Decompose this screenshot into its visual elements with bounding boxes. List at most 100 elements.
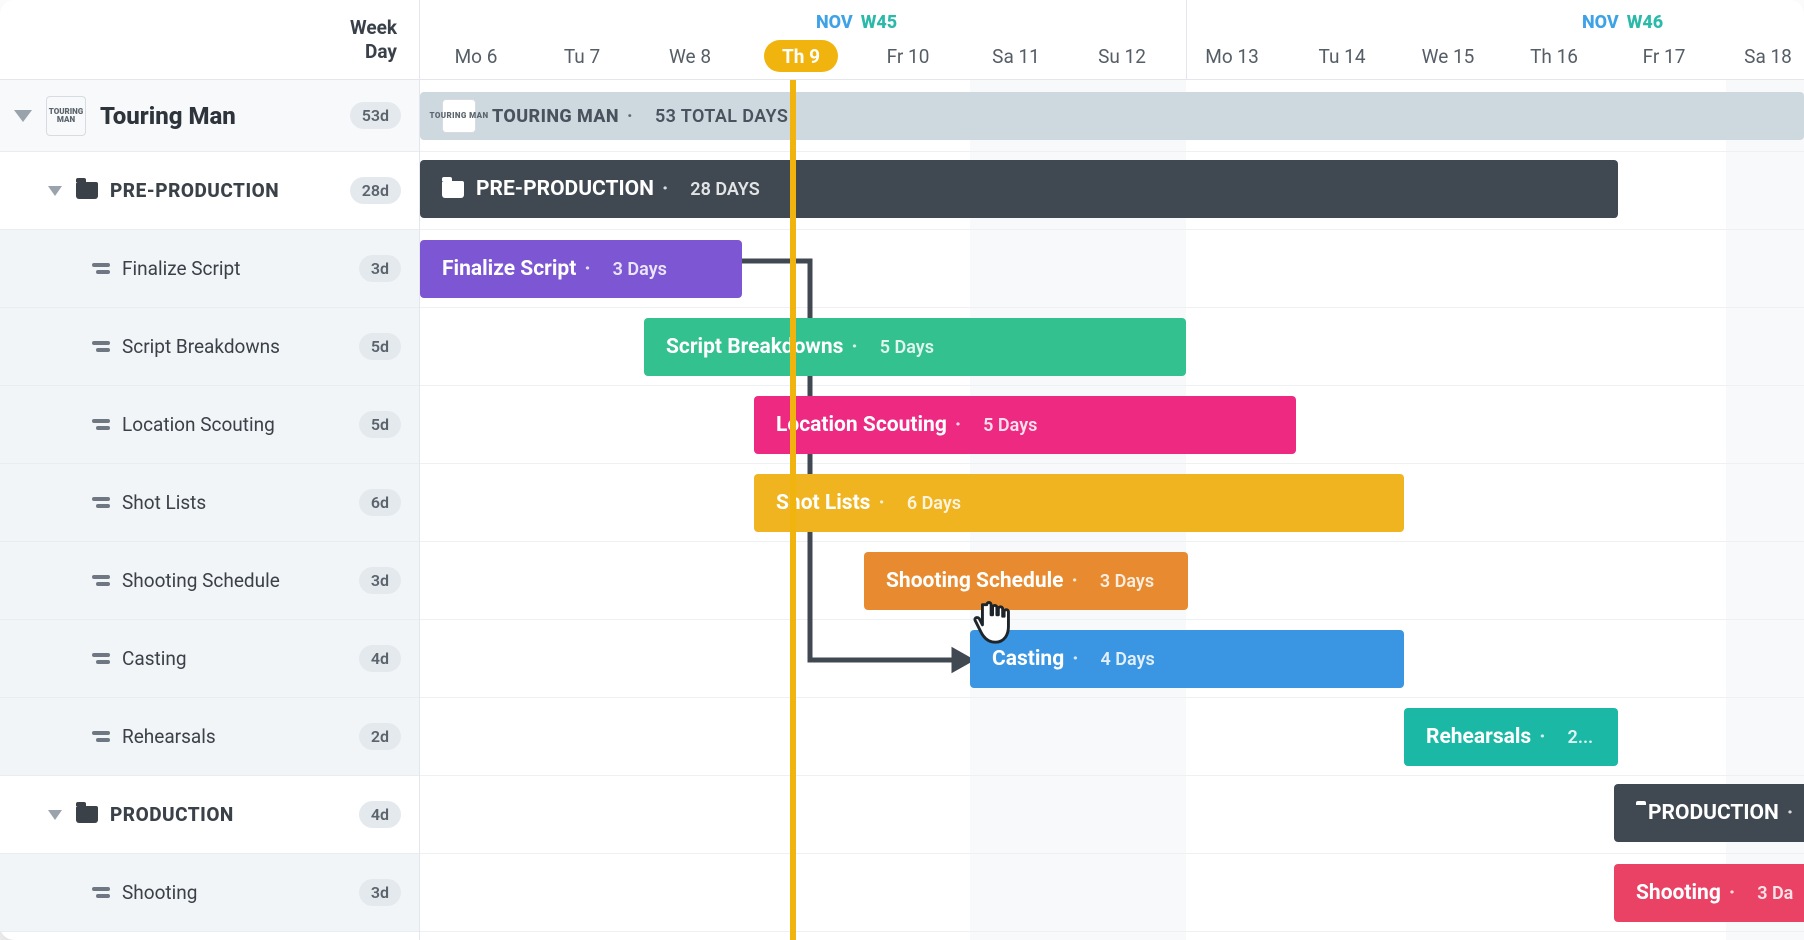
group-row[interactable]: PRE-PRODUCTION 28d [0,152,419,230]
day-cell[interactable]: Sa 11 [984,40,1048,72]
task-row[interactable]: Finalize Script 3d [0,230,419,308]
task-row[interactable]: Casting 4d [0,620,419,698]
week-number: W46 [1627,12,1663,33]
gantt-group-row: PRE-PRODUCTION · 28 DAYS [420,152,1804,230]
day-cell[interactable]: Su 12 [1090,40,1154,72]
gantt-group-row: PRODUCTION · 4 [420,776,1804,854]
task-duration-pill: 6d [359,489,401,516]
gantt-task-row: Finalize Script · 3 Days [420,230,1804,308]
gantt-task-row: Casting · 4 Days [420,620,1804,698]
strip-icon [92,419,110,430]
gantt-chart[interactable]: TOURING MAN TOURING MAN · 53 TOTAL DAYS … [420,80,1804,940]
month-label: NOV [816,12,853,33]
strip-icon [92,341,110,352]
strip-icon [92,731,110,742]
chevron-down-icon[interactable] [48,810,62,820]
task-title: Shooting [122,881,197,904]
day-cell[interactable]: Fr 10 [876,40,940,72]
task-bar-sub: 4 Days [1101,649,1155,670]
task-bar-label: Rehearsals [1426,725,1531,749]
day-cell[interactable]: Mo 6 [444,40,508,72]
task-bar-sub: 5 Days [983,415,1037,436]
task-bar-label: Shooting Schedule [886,569,1064,593]
task-row[interactable]: Shot Lists 6d [0,464,419,542]
scale-week-label: Week [350,16,397,40]
task-row[interactable]: Location Scouting 5d [0,386,419,464]
project-duration-pill: 53d [350,102,401,129]
task-bar-sub: 3 Days [613,259,667,280]
task-row[interactable]: Script Breakdowns 5d [0,308,419,386]
task-row[interactable]: Shooting Schedule 3d [0,542,419,620]
task-bar[interactable]: Shooting · 3 Da [1614,864,1804,922]
group-summary-bar[interactable]: PRODUCTION · 4 [1614,784,1804,842]
group-title: PRODUCTION [110,803,234,826]
day-cell[interactable]: Sa 18 [1736,40,1800,72]
project-logo: TOURING MAN [46,96,86,136]
gantt-task-row: Rehearsals · 2... [420,698,1804,776]
task-duration-pill: 5d [359,333,401,360]
task-bar[interactable]: Casting · 4 Days [970,630,1404,688]
task-bar-label: Casting [992,647,1064,671]
week-label: NOV W45 [816,12,897,33]
group-bar-sub: 28 DAYS [690,179,759,200]
strip-icon [92,575,110,586]
task-title: Casting [122,647,187,670]
group-summary-bar[interactable]: PRE-PRODUCTION · 28 DAYS [420,160,1618,218]
task-bar-sub: 3 Da [1757,883,1793,904]
task-bar-label: Location Scouting [776,413,947,437]
task-bar[interactable]: Shooting Schedule · 3 Days [864,552,1188,610]
day-cell-today[interactable]: Th 9 [764,40,838,72]
task-bar[interactable]: Finalize Script · 3 Days [420,240,742,298]
task-title: Location Scouting [122,413,275,436]
task-duration-pill: 5d [359,411,401,438]
project-bar-label: TOURING MAN [492,106,619,127]
gantt-task-row: Shooting · 3 Da [420,854,1804,932]
task-bar[interactable]: Script Breakdowns · 5 Days [644,318,1186,376]
group-duration-pill: 4d [359,801,401,828]
group-row[interactable]: PRODUCTION 4d [0,776,419,854]
project-row[interactable]: TOURING MAN Touring Man 53d [0,80,419,152]
task-row[interactable]: Rehearsals 2d [0,698,419,776]
day-cell[interactable]: Fr 17 [1632,40,1696,72]
day-cell[interactable]: We 15 [1416,40,1480,72]
gantt-project-row: TOURING MAN TOURING MAN · 53 TOTAL DAYS [420,80,1804,152]
group-bar-label: PRE-PRODUCTION [476,177,654,201]
day-cell[interactable]: Mo 13 [1200,40,1264,72]
timeline-header: Week Day NOVW45NOVW46Mo 6Tu 7We 8Th 9Fr … [0,0,1804,80]
task-bar-sub: 3 Days [1100,571,1154,592]
strip-icon [92,497,110,508]
chevron-down-icon[interactable] [14,110,32,122]
group-bar-label: PRODUCTION [1648,801,1779,825]
task-title: Rehearsals [122,725,216,748]
task-bar-label: Script Breakdowns [666,335,843,359]
task-bar[interactable]: Location Scouting · 5 Days [754,396,1296,454]
gantt-task-row: Shooting Schedule · 3 Days [420,542,1804,620]
strip-icon [92,653,110,664]
task-bar[interactable]: Rehearsals · 2... [1404,708,1618,766]
week-number: W45 [861,12,897,33]
day-cell[interactable]: Tu 7 [550,40,614,72]
task-bar-label: Finalize Script [442,257,576,281]
task-duration-pill: 4d [359,645,401,672]
task-bar-sub: 6 Days [907,493,961,514]
month-label: NOV [1582,12,1619,33]
gantt-task-row: Location Scouting · 5 Days [420,386,1804,464]
timeline-scale[interactable]: NOV W45 NOV W46 Mo 6 Tu 7 We 8 Th 9 Fr 10 Sa 11 Su… [420,0,1804,79]
task-duration-pill: 3d [359,879,401,906]
group-title: PRE-PRODUCTION [110,179,279,202]
project-summary-bar[interactable]: TOURING MAN TOURING MAN · 53 TOTAL DAYS [420,92,1804,140]
project-bar-sub: 53 TOTAL DAYS [655,106,788,127]
day-cell[interactable]: Th 16 [1522,40,1586,72]
task-title: Shot Lists [122,491,206,514]
day-cell[interactable]: We 8 [658,40,722,72]
task-bar-label: Shooting [1636,881,1721,905]
task-bar[interactable]: Shot Lists · 6 Days [754,474,1404,532]
task-row[interactable]: Shooting 3d [0,854,419,932]
folder-icon [76,806,98,823]
chevron-down-icon[interactable] [48,186,62,196]
task-bar-sub: 5 Days [880,337,934,358]
day-cell[interactable]: Tu 14 [1310,40,1374,72]
folder-icon [442,181,464,198]
gantt-task-row: Script Breakdowns · 5 Days [420,308,1804,386]
project-logo: TOURING MAN [442,99,476,133]
